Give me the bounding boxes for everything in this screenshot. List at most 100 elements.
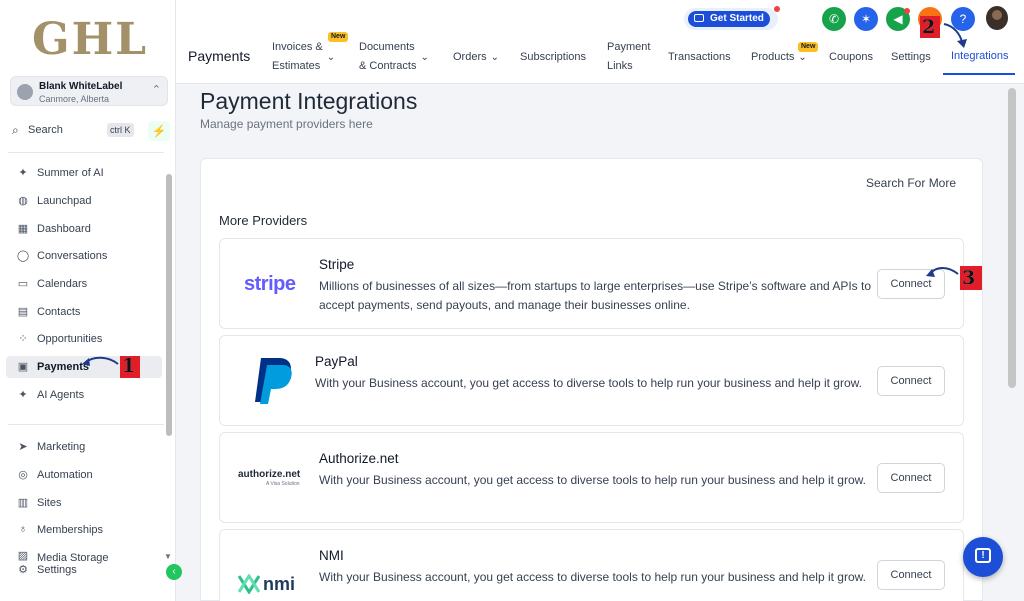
tab-label: Coupons xyxy=(829,51,874,63)
sidebar-item-label: Memberships xyxy=(37,524,104,536)
tab-label: Settings xyxy=(891,51,931,63)
sidebar-item-marketing[interactable]: ➤ Marketing xyxy=(6,436,162,458)
account-avatar-icon xyxy=(17,84,33,100)
support-chat-button[interactable]: ! xyxy=(963,537,1003,577)
paypal-icon xyxy=(255,358,292,404)
account-switcher[interactable]: Blank WhiteLabel Canmore, Alberta ⌃ xyxy=(10,76,168,106)
tab-documents-contracts[interactable]: Documents & Contracts⌄ xyxy=(359,38,429,76)
tab-settings[interactable]: Settings xyxy=(891,48,931,67)
rocket-icon: ◍ xyxy=(18,195,28,207)
provider-card-paypal: PayPal With your Business account, you g… xyxy=(219,335,964,426)
search-for-more-link[interactable]: Search For More xyxy=(866,176,956,190)
tab-subscriptions[interactable]: Subscriptions xyxy=(520,48,586,67)
user-avatar[interactable] xyxy=(986,6,1008,30)
sidebar-item-contacts[interactable]: ▤ Contacts xyxy=(6,301,162,323)
sidebar: GHL Blank WhiteLabel Canmore, Alberta ⌃ … xyxy=(0,0,176,601)
stripe-logo-text: stripe xyxy=(244,273,296,295)
annotation-number-1: 1 xyxy=(122,355,136,377)
sidebar-item-dashboard[interactable]: ▦ Dashboard xyxy=(6,218,162,240)
sidebar-search[interactable]: ⌕ Search ctrl K ⚡ xyxy=(10,120,170,142)
sidebar-item-label: Conversations xyxy=(37,250,108,262)
tab-label: Integrations xyxy=(951,50,1009,62)
sidebar-item-label: Marketing xyxy=(37,441,86,453)
notification-dot xyxy=(774,6,780,12)
calendar-icon: ▭ xyxy=(17,278,29,290)
send-icon: ➤ xyxy=(18,441,28,453)
scroll-down-icon[interactable]: ▼ xyxy=(164,552,172,561)
new-badge: New xyxy=(798,42,819,52)
chevron-down-icon: ⌄ xyxy=(420,51,429,63)
sidebar-item-label: Automation xyxy=(37,469,93,481)
sidebar-item-ai-agents[interactable]: ✦ AI Agents xyxy=(6,384,162,406)
provider-description: With your Business account, you get acce… xyxy=(319,473,866,487)
sidebar-item-label: AI Agents xyxy=(37,389,85,401)
gear-icon: ⚙ xyxy=(18,564,28,576)
page-subtitle: Manage payment providers here xyxy=(200,117,373,131)
main-scrollbar[interactable] xyxy=(1008,88,1016,388)
sidebar-item-sites[interactable]: ▥ Sites xyxy=(6,492,162,514)
provider-card-nmi: nmi NMI With your Business account, you … xyxy=(219,529,964,601)
sidebar-item-label: Contacts xyxy=(37,306,81,318)
authorize-net-logo: authorize.net A Visa Solution xyxy=(232,453,312,503)
connect-button-authorize-net[interactable]: Connect xyxy=(877,463,945,493)
tab-label: Transactions xyxy=(668,51,731,63)
annotation-number-3: 3 xyxy=(962,267,976,289)
chevron-down-icon: ⌄ xyxy=(490,52,500,63)
chat-icon: ◯ xyxy=(16,250,30,262)
quick-action-bolt-icon[interactable]: ⚡ xyxy=(148,121,170,141)
stripe-logo: stripe xyxy=(235,259,305,309)
notification-dot xyxy=(904,8,910,14)
sidebar-item-opportunities[interactable]: ⁘ Opportunities xyxy=(6,328,162,350)
authorize-logo-subtext: A Visa Solution xyxy=(266,481,300,487)
tab-integrations[interactable]: Integrations xyxy=(951,47,1008,66)
tab-coupons[interactable]: Coupons xyxy=(829,48,873,67)
provider-name: Authorize.net xyxy=(319,451,399,466)
chat-bubble-icon: ! xyxy=(975,548,991,563)
collapse-sidebar-icon[interactable]: ‹ xyxy=(166,564,182,580)
sidebar-scrollbar[interactable] xyxy=(166,174,172,436)
search-shortcut: ctrl K xyxy=(107,123,134,137)
provider-card-stripe: stripe Stripe Millions of businesses of … xyxy=(219,238,964,329)
authorize-logo-text: authorize.net xyxy=(238,469,301,480)
tab-transactions[interactable]: Transactions xyxy=(668,48,731,67)
sidebar-item-label: Calendars xyxy=(37,278,88,290)
tab-label: Payment Links xyxy=(607,41,651,72)
phone-icon[interactable]: ✆ xyxy=(822,7,846,31)
sidebar-item-automation[interactable]: ◎ Automation xyxy=(6,464,162,486)
tab-label: Products xyxy=(751,51,795,63)
search-label: Search xyxy=(28,124,63,136)
tab-label: Invoices & Estimates xyxy=(272,41,323,72)
tab-invoices-estimates[interactable]: Invoices & Estimates⌄ xyxy=(272,38,335,76)
contacts-icon: ▤ xyxy=(17,306,29,318)
tab-payment-links[interactable]: Payment Links xyxy=(607,38,650,76)
active-tab-indicator xyxy=(943,73,1015,75)
sidebar-divider xyxy=(8,152,164,153)
sidebar-divider xyxy=(8,424,164,425)
search-icon: ⌕ xyxy=(12,123,19,137)
magic-icon[interactable]: ✶ xyxy=(854,7,878,31)
sparkle-icon: ✦ xyxy=(18,389,28,401)
sidebar-item-calendars[interactable]: ▭ Calendars xyxy=(6,273,162,295)
account-name: Blank WhiteLabel xyxy=(39,81,123,92)
sites-icon: ▥ xyxy=(17,497,29,509)
sidebar-item-memberships[interactable]: ♁ Memberships xyxy=(6,519,162,541)
brand-logo[interactable]: GHL xyxy=(32,14,148,65)
sidebar-item-label: Sites xyxy=(37,497,62,509)
sidebar-item-launchpad[interactable]: ◍ Launchpad xyxy=(6,190,162,212)
connect-button-paypal[interactable]: Connect xyxy=(877,366,945,396)
provider-name: NMI xyxy=(319,548,344,563)
membership-icon: ♁ xyxy=(18,523,28,535)
sidebar-item-conversations[interactable]: ◯ Conversations xyxy=(6,245,162,267)
account-location: Canmore, Alberta xyxy=(39,94,110,104)
sidebar-item-settings[interactable]: ⚙ Settings xyxy=(6,559,162,581)
connect-button-nmi[interactable]: Connect xyxy=(877,560,945,590)
provider-name: Stripe xyxy=(319,257,355,272)
page-title: Payment Integrations xyxy=(200,88,418,114)
tab-orders[interactable]: Orders ⌄ xyxy=(453,48,499,67)
provider-description: With your Business account, you get acce… xyxy=(315,376,862,390)
nmi-logo: nmi xyxy=(235,550,305,600)
provider-card-authorize-net: authorize.net A Visa Solution Authorize.… xyxy=(219,432,964,523)
annotation-arrow-1 xyxy=(82,356,140,378)
tab-label: Orders xyxy=(453,51,487,63)
sidebar-item-summer-of-ai[interactable]: ✦ Summer of AI xyxy=(6,162,162,184)
